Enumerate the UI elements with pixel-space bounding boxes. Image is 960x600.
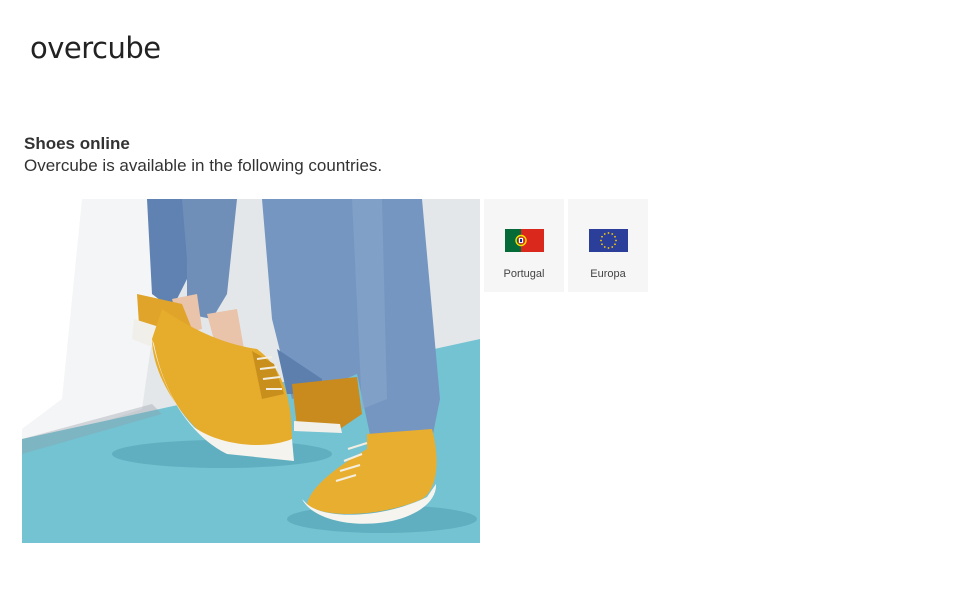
page-subtitle: Overcube is available in the following c…: [24, 156, 383, 175]
yellow-sneakers-photo: [22, 199, 480, 543]
country-label: Europa: [590, 268, 626, 280]
country-list: Portugal Europa: [484, 199, 648, 292]
country-tile-europa[interactable]: Europa: [568, 199, 648, 292]
page: overcube Shoes online Overcube is availa…: [0, 0, 960, 600]
hero-image: [22, 199, 480, 543]
country-label: Portugal: [503, 268, 545, 280]
page-title: Shoes online: [24, 134, 130, 153]
country-tile-portugal[interactable]: Portugal: [484, 199, 564, 292]
overcube-logo[interactable]: overcube: [30, 34, 161, 63]
portugal-flag-icon: [504, 229, 544, 252]
eu-flag-icon: [588, 229, 628, 252]
